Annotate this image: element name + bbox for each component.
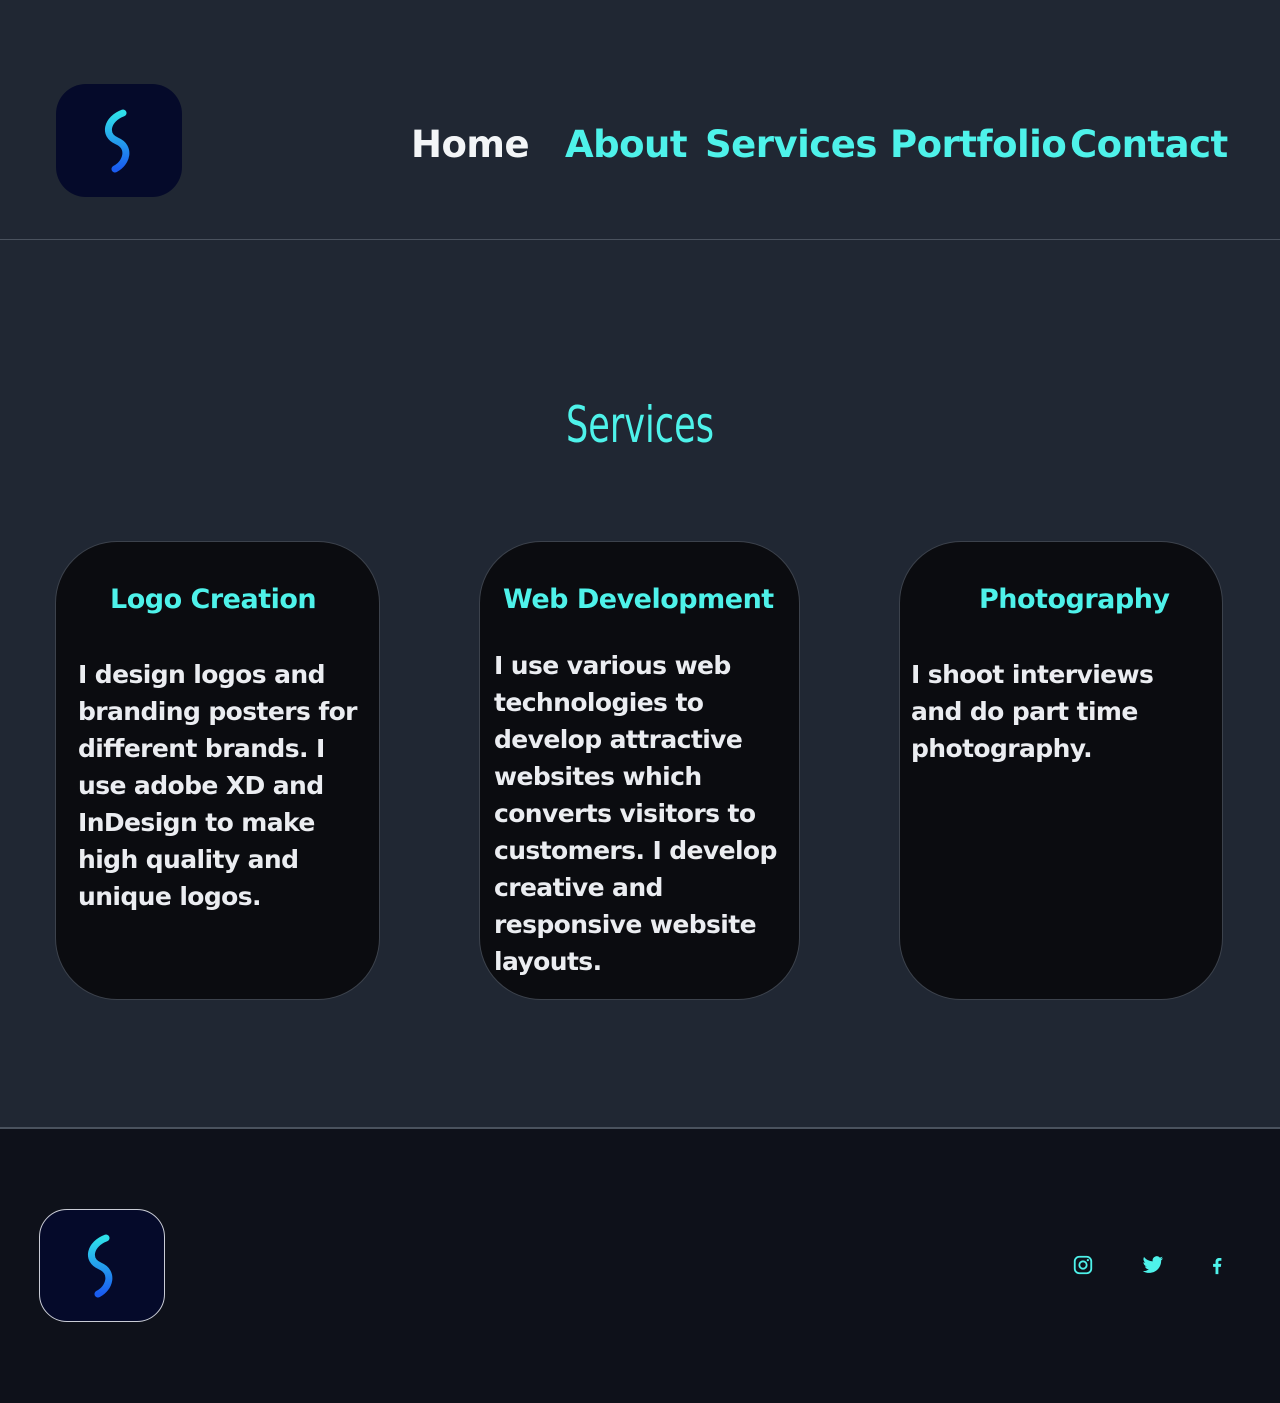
logo-mark-icon	[88, 1234, 113, 1297]
logo-mark-icon	[105, 109, 130, 172]
card-description: I use various web technologies to develo…	[494, 651, 777, 976]
instagram-icon[interactable]	[1071, 1253, 1095, 1277]
nav-home[interactable]: Home	[411, 122, 530, 168]
card-title: Web Development	[503, 584, 774, 615]
twitter-icon[interactable]	[1141, 1253, 1165, 1277]
logo[interactable]	[56, 84, 182, 197]
nav-services[interactable]: Services	[705, 122, 877, 168]
card-description: I shoot interviews and do part time phot…	[911, 660, 1154, 763]
card-title: Photography	[979, 584, 1170, 615]
nav-contact[interactable]: Contact	[1070, 122, 1228, 168]
nav-portfolio[interactable]: Portfolio	[890, 122, 1067, 168]
card-description: I design logos and branding posters for …	[78, 660, 358, 911]
nav-about[interactable]: About	[565, 122, 688, 168]
section-title: Services	[566, 396, 714, 454]
card-title: Logo Creation	[110, 584, 317, 615]
site-header: Home About Services Portfolio Contact	[0, 0, 1280, 240]
facebook-icon[interactable]	[1205, 1253, 1229, 1277]
footer-logo[interactable]	[39, 1209, 165, 1322]
